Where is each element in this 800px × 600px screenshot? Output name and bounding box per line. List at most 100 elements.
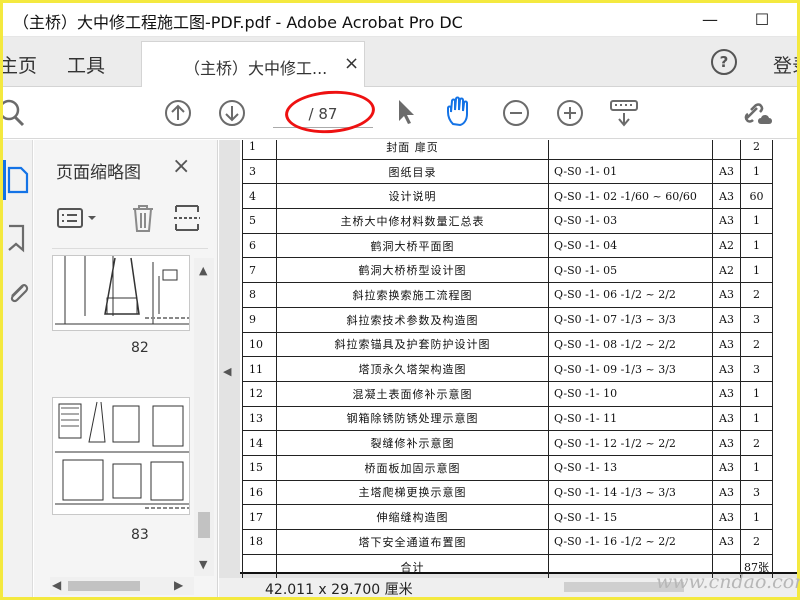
scroll-down-arrow-icon[interactable]: ▼ [199,558,207,571]
table-row: 11 塔顶永久塔架构造图 Q-S0 -1- 09 -1/3 ~ 3/3 A3 3 [242,356,773,382]
thumbnail-label: 83 [131,527,149,543]
row-number: 14 [242,430,277,456]
drawing-title: 混凝土表面修补示意图 [276,380,549,407]
page-thumbnails-icon[interactable] [5,166,29,194]
paper-size: A3 [712,331,741,358]
paper-size: A3 [712,479,741,506]
zoom-out-icon[interactable] [501,98,531,128]
drawing-code: Q-S0 -1- 07 -1/3 ~ 3/3 [548,306,713,333]
drawing-title: 塔下安全通道布置图 [276,529,549,555]
table-row: 12 混凝土表面修补示意图 Q-S0 -1- 10 A3 1 [242,380,773,407]
row-number: 15 [242,454,277,481]
drawing-code: Q-S0 -1- 12 -1/2 ~ 2/2 [548,430,713,456]
paper-size: A3 [712,380,741,407]
drawing-title: 塔顶永久塔架构造图 [276,356,549,382]
drawing-code: Q-S0 -1- 14 -1/3 ~ 3/3 [548,479,713,506]
drawing-title: 钢箱除锈防锈处理示意图 [276,405,549,432]
minimize-button[interactable]: — [687,6,733,34]
thumbnail-vertical-scrollbar[interactable]: ▲ ▼ [194,258,214,576]
collapse-panel-arrow-icon[interactable]: ◀ [223,365,231,378]
sheet-count: 1 [740,232,773,259]
panel-close-button[interactable]: × [172,154,190,179]
nav-bar: 主页 工具 （主桥）大中修工... × ? 登录 [3,37,797,87]
thumbnail-options-icon[interactable] [56,204,104,234]
thumbnail-label: 82 [131,340,149,356]
tab-close-button[interactable]: × [344,53,359,74]
scroll-right-arrow-icon[interactable]: ▶ [174,578,183,592]
paper-size: A3 [712,208,741,234]
nav-tools[interactable]: 工具 [67,51,105,78]
row-number: 18 [242,529,277,555]
table-row: 13 钢箱除锈防锈处理示意图 Q-S0 -1- 11 A3 1 [242,405,773,432]
drawing-title: 斜拉索锚具及护套防护设计图 [276,331,549,358]
delete-page-icon[interactable] [128,202,158,234]
document-tab[interactable]: （主桥）大中修工... × [141,41,365,87]
row-number: 1 [242,140,277,160]
drawing-title: 裂缝修补示意图 [276,430,549,456]
row-number: 11 [242,356,277,382]
table-row: 4 设计说明 Q-S0 -1- 02 -1/60 ~ 60/60 A3 60 [242,183,773,210]
sheet-count: 2 [740,140,773,160]
extract-pages-icon[interactable] [172,202,202,234]
drawing-code: Q-S0 -1- 01 [548,158,713,185]
scroll-left-arrow-icon[interactable]: ◀ [52,578,61,592]
drawing-code [548,140,713,160]
paper-size: A3 [712,282,741,308]
toolbar: / 87 [3,87,797,139]
drawing-code: Q-S0 -1- 09 -1/3 ~ 3/3 [548,356,713,382]
panel-divider [52,248,208,249]
thumbnail-horizontal-scrollbar[interactable]: ◀ ▶ [50,577,194,595]
paper-size: A3 [712,504,741,530]
document-view[interactable]: ◀ 1 封面 扉页 2 3 图纸目录 Q-S0 -1- 01 A3 1 4 设计说明 Q-S0 -1… [219,140,797,597]
drawing-title: 设计说明 [276,183,549,210]
document-page: 1 封面 扉页 2 3 图纸目录 Q-S0 -1- 01 A3 1 4 设计说明 Q-S0 -1- … [240,140,797,580]
page-thumbnail-83[interactable] [52,397,190,515]
nav-home[interactable]: 主页 [3,51,37,78]
page-thumbnail-82[interactable] [52,255,190,331]
search-icon[interactable] [3,98,29,128]
red-circle-annotation [283,87,377,137]
drawing-title: 斜拉索换索施工流程图 [276,282,549,308]
drawing-code: Q-S0 -1- 05 [548,257,713,284]
maximize-button[interactable]: ☐ [739,6,785,34]
table-row: 6 鹤洞大桥平面图 Q-S0 -1- 04 A2 1 [242,232,773,259]
document-tab-label: （主桥）大中修工... [184,59,328,78]
sheet-count: 3 [740,356,773,382]
sheet-count: 1 [740,504,773,530]
paper-size: A3 [712,454,741,481]
next-page-icon[interactable] [217,98,247,128]
attachments-icon[interactable] [5,278,29,308]
table-row: 8 斜拉索换索施工流程图 Q-S0 -1- 06 -1/2 ~ 2/2 A3 2 [242,282,773,308]
table-row: 9 斜拉索技术参数及构造图 Q-S0 -1- 07 -1/3 ~ 3/3 A3 3 [242,306,773,333]
table-row: 16 主塔爬梯更换示意图 Q-S0 -1- 14 -1/3 ~ 3/3 A3 3 [242,479,773,506]
drawing-code: Q-S0 -1- 10 [548,380,713,407]
select-cursor-icon[interactable] [395,97,417,127]
scroll-mode-icon[interactable] [609,99,639,129]
hand-tool-icon[interactable] [445,96,475,128]
table-row: 15 桥面板加固示意图 Q-S0 -1- 13 A3 1 [242,454,773,481]
table-row: 3 图纸目录 Q-S0 -1- 01 A3 1 [242,158,773,185]
prev-page-icon[interactable] [163,98,193,128]
table-row: 18 塔下安全通道布置图 Q-S0 -1- 16 -1/2 ~ 2/2 A3 2 [242,529,773,555]
sign-in-link[interactable]: 登录 [773,51,797,78]
drawing-title: 鹤洞大桥桥型设计图 [276,257,549,284]
help-icon[interactable]: ? [711,49,737,75]
scroll-up-arrow-icon[interactable]: ▲ [199,264,207,277]
page-size-text: 42.011 x 29.700 厘米 [265,582,413,597]
acrobat-window: （主桥）大中修工程施工图-PDF.pdf - Adobe Acrobat Pro… [3,3,797,597]
drawing-title: 斜拉索技术参数及构造图 [276,306,549,333]
panel-title: 页面缩略图 [56,163,141,183]
paper-size: A3 [712,306,741,333]
share-link-icon[interactable] [741,98,777,128]
drawing-code: Q-S0 -1- 06 -1/2 ~ 2/2 [548,282,713,308]
scroll-thumb[interactable] [68,581,140,591]
scroll-thumb[interactable] [198,512,210,538]
row-number: 6 [242,232,277,259]
left-icon-strip [3,140,33,597]
table-row: 14 裂缝修补示意图 Q-S0 -1- 12 -1/2 ~ 2/2 A3 2 [242,430,773,456]
zoom-in-icon[interactable] [555,98,585,128]
table-row: 10 斜拉索锚具及护套防护设计图 Q-S0 -1- 08 -1/2 ~ 2/2 A3 2 [242,331,773,358]
bookmarks-icon[interactable] [5,224,29,254]
drawing-title: 鹤洞大桥平面图 [276,232,549,259]
sheet-count: 3 [740,479,773,506]
